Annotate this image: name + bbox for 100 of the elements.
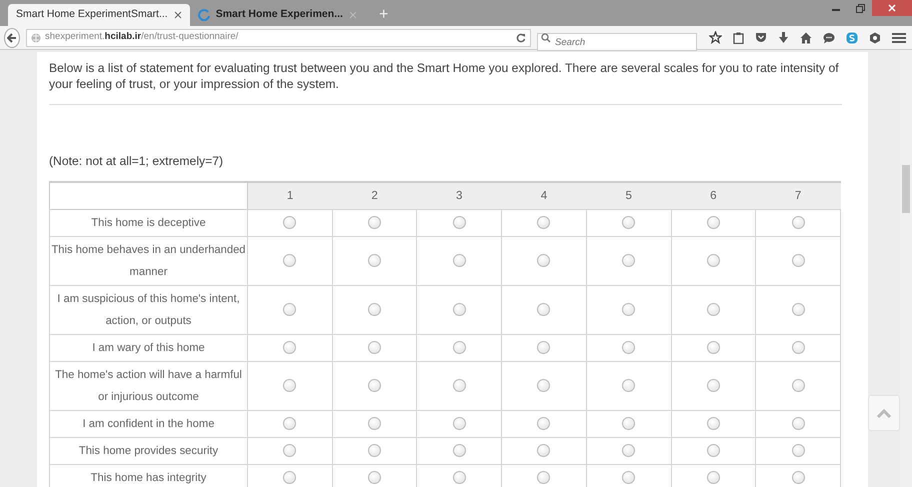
- radio-button[interactable]: [792, 341, 805, 354]
- download-icon[interactable]: [778, 32, 789, 44]
- intro-paragraph: Below is a list of statement for evaluating trust between you and the Smart Home you explored. There are several scales for you to rate intensity of your feeling of trust, or your impression of the system.: [49, 60, 840, 92]
- radio-button[interactable]: [792, 471, 805, 484]
- radio-button[interactable]: [792, 444, 805, 458]
- radio-button[interactable]: [792, 216, 805, 230]
- radio-button[interactable]: [537, 471, 550, 484]
- column-header: 4: [502, 182, 586, 210]
- restore-icon: [856, 4, 864, 12]
- radio-button[interactable]: [537, 216, 550, 230]
- radio-button[interactable]: [283, 303, 296, 316]
- search-field[interactable]: Search: [537, 33, 697, 51]
- radio-button[interactable]: [706, 341, 720, 354]
- radio-button[interactable]: [368, 303, 382, 316]
- scroll-to-top-button[interactable]: [868, 395, 900, 431]
- column-header: 5: [586, 182, 672, 210]
- radio-button[interactable]: [622, 341, 636, 354]
- radio-button[interactable]: [452, 379, 466, 392]
- star-icon[interactable]: [709, 31, 722, 44]
- menu-icon[interactable]: [892, 32, 906, 44]
- radio-button[interactable]: [283, 216, 296, 230]
- radio-button[interactable]: [622, 417, 636, 430]
- radio-button[interactable]: [283, 417, 296, 430]
- radio-button[interactable]: [706, 444, 720, 458]
- column-header: 7: [756, 182, 840, 210]
- statement-cell: This home has integrity: [50, 464, 248, 487]
- radio-button[interactable]: [452, 254, 466, 268]
- clipboard-icon[interactable]: [733, 32, 744, 44]
- radio-button[interactable]: [537, 379, 550, 392]
- radio-button[interactable]: [452, 417, 466, 430]
- radio-button[interactable]: [283, 254, 296, 268]
- radio-button[interactable]: [283, 471, 296, 484]
- radio-button[interactable]: [622, 444, 636, 458]
- close-window-button[interactable]: [872, 0, 912, 16]
- radio-button[interactable]: [368, 444, 382, 458]
- pocket-icon[interactable]: [755, 32, 767, 43]
- chat-icon[interactable]: [823, 32, 835, 44]
- column-header: 2: [332, 182, 417, 210]
- radio-button[interactable]: [537, 444, 550, 458]
- radio-button[interactable]: [792, 417, 805, 430]
- loading-spinner-icon: [198, 9, 210, 21]
- statement-cell: This home behaves in an underhanded manner: [50, 236, 248, 286]
- close-icon: [174, 11, 182, 19]
- radio-button[interactable]: [537, 303, 550, 316]
- column-header: 6: [671, 182, 756, 210]
- statement-cell: This home provides security: [50, 437, 248, 464]
- home-icon[interactable]: [800, 32, 812, 44]
- statement-cell: I am wary of this home: [50, 334, 248, 362]
- radio-button[interactable]: [622, 471, 636, 484]
- radio-button[interactable]: [622, 379, 636, 392]
- reload-icon: [516, 32, 526, 42]
- radio-button[interactable]: [706, 417, 720, 430]
- radio-button[interactable]: [622, 254, 636, 268]
- radio-button[interactable]: [368, 254, 382, 268]
- column-header: 1: [248, 182, 332, 210]
- radio-button[interactable]: [792, 303, 805, 316]
- hexagon-icon[interactable]: [869, 32, 881, 44]
- radio-button[interactable]: [706, 379, 720, 392]
- radio-button[interactable]: [368, 417, 382, 430]
- radio-button[interactable]: [706, 471, 720, 484]
- radio-button[interactable]: [283, 379, 296, 392]
- radio-button[interactable]: [283, 341, 296, 354]
- column-header: 3: [416, 182, 502, 210]
- skype-icon[interactable]: [846, 32, 858, 44]
- radio-button[interactable]: [537, 417, 550, 430]
- scale-note: (Note: not at all=1; extremely=7): [49, 153, 224, 170]
- radio-button[interactable]: [792, 254, 805, 268]
- browser-tab[interactable]: Smart Home ExperimentSmart...: [8, 4, 190, 26]
- radio-button[interactable]: [537, 341, 550, 354]
- radio-button[interactable]: [368, 341, 382, 354]
- statement-cell: This home is deceptive: [50, 209, 248, 236]
- radio-button[interactable]: [706, 216, 720, 230]
- radio-button[interactable]: [452, 471, 466, 484]
- radio-button[interactable]: [706, 254, 720, 268]
- caret-up-icon: [876, 408, 892, 418]
- radio-button[interactable]: [368, 379, 382, 392]
- radio-button[interactable]: [452, 444, 466, 458]
- radio-button[interactable]: [622, 303, 636, 316]
- statement-cell: The home's action will have a harmful or injurious outcome: [50, 361, 248, 410]
- address-bar[interactable]: shexperiment.hcilab.ir/en/trust-questionnaire/: [26, 28, 531, 46]
- close-icon: [348, 11, 357, 19]
- close-icon: [888, 4, 896, 12]
- back-arrow-icon: [7, 32, 17, 42]
- radio-button[interactable]: [452, 341, 466, 354]
- radio-button[interactable]: [792, 379, 805, 392]
- radio-button[interactable]: [452, 216, 466, 230]
- radio-button[interactable]: [368, 216, 382, 230]
- back-button[interactable]: [4, 28, 20, 48]
- scrollbar[interactable]: [900, 50, 912, 487]
- scrollbar-thumb[interactable]: [902, 165, 910, 213]
- statement-cell: I am suspicious of this home's intent, action, or outputs: [50, 285, 248, 334]
- browser-tab[interactable]: Smart Home Experimen...: [190, 4, 365, 26]
- radio-button[interactable]: [368, 471, 382, 484]
- globe-icon: [31, 32, 41, 42]
- radio-button[interactable]: [622, 216, 636, 230]
- radio-button[interactable]: [706, 303, 720, 316]
- radio-button[interactable]: [537, 254, 550, 268]
- radio-button[interactable]: [283, 444, 296, 458]
- radio-button[interactable]: [452, 303, 466, 316]
- statement-cell: I am confident in the home: [50, 410, 248, 438]
